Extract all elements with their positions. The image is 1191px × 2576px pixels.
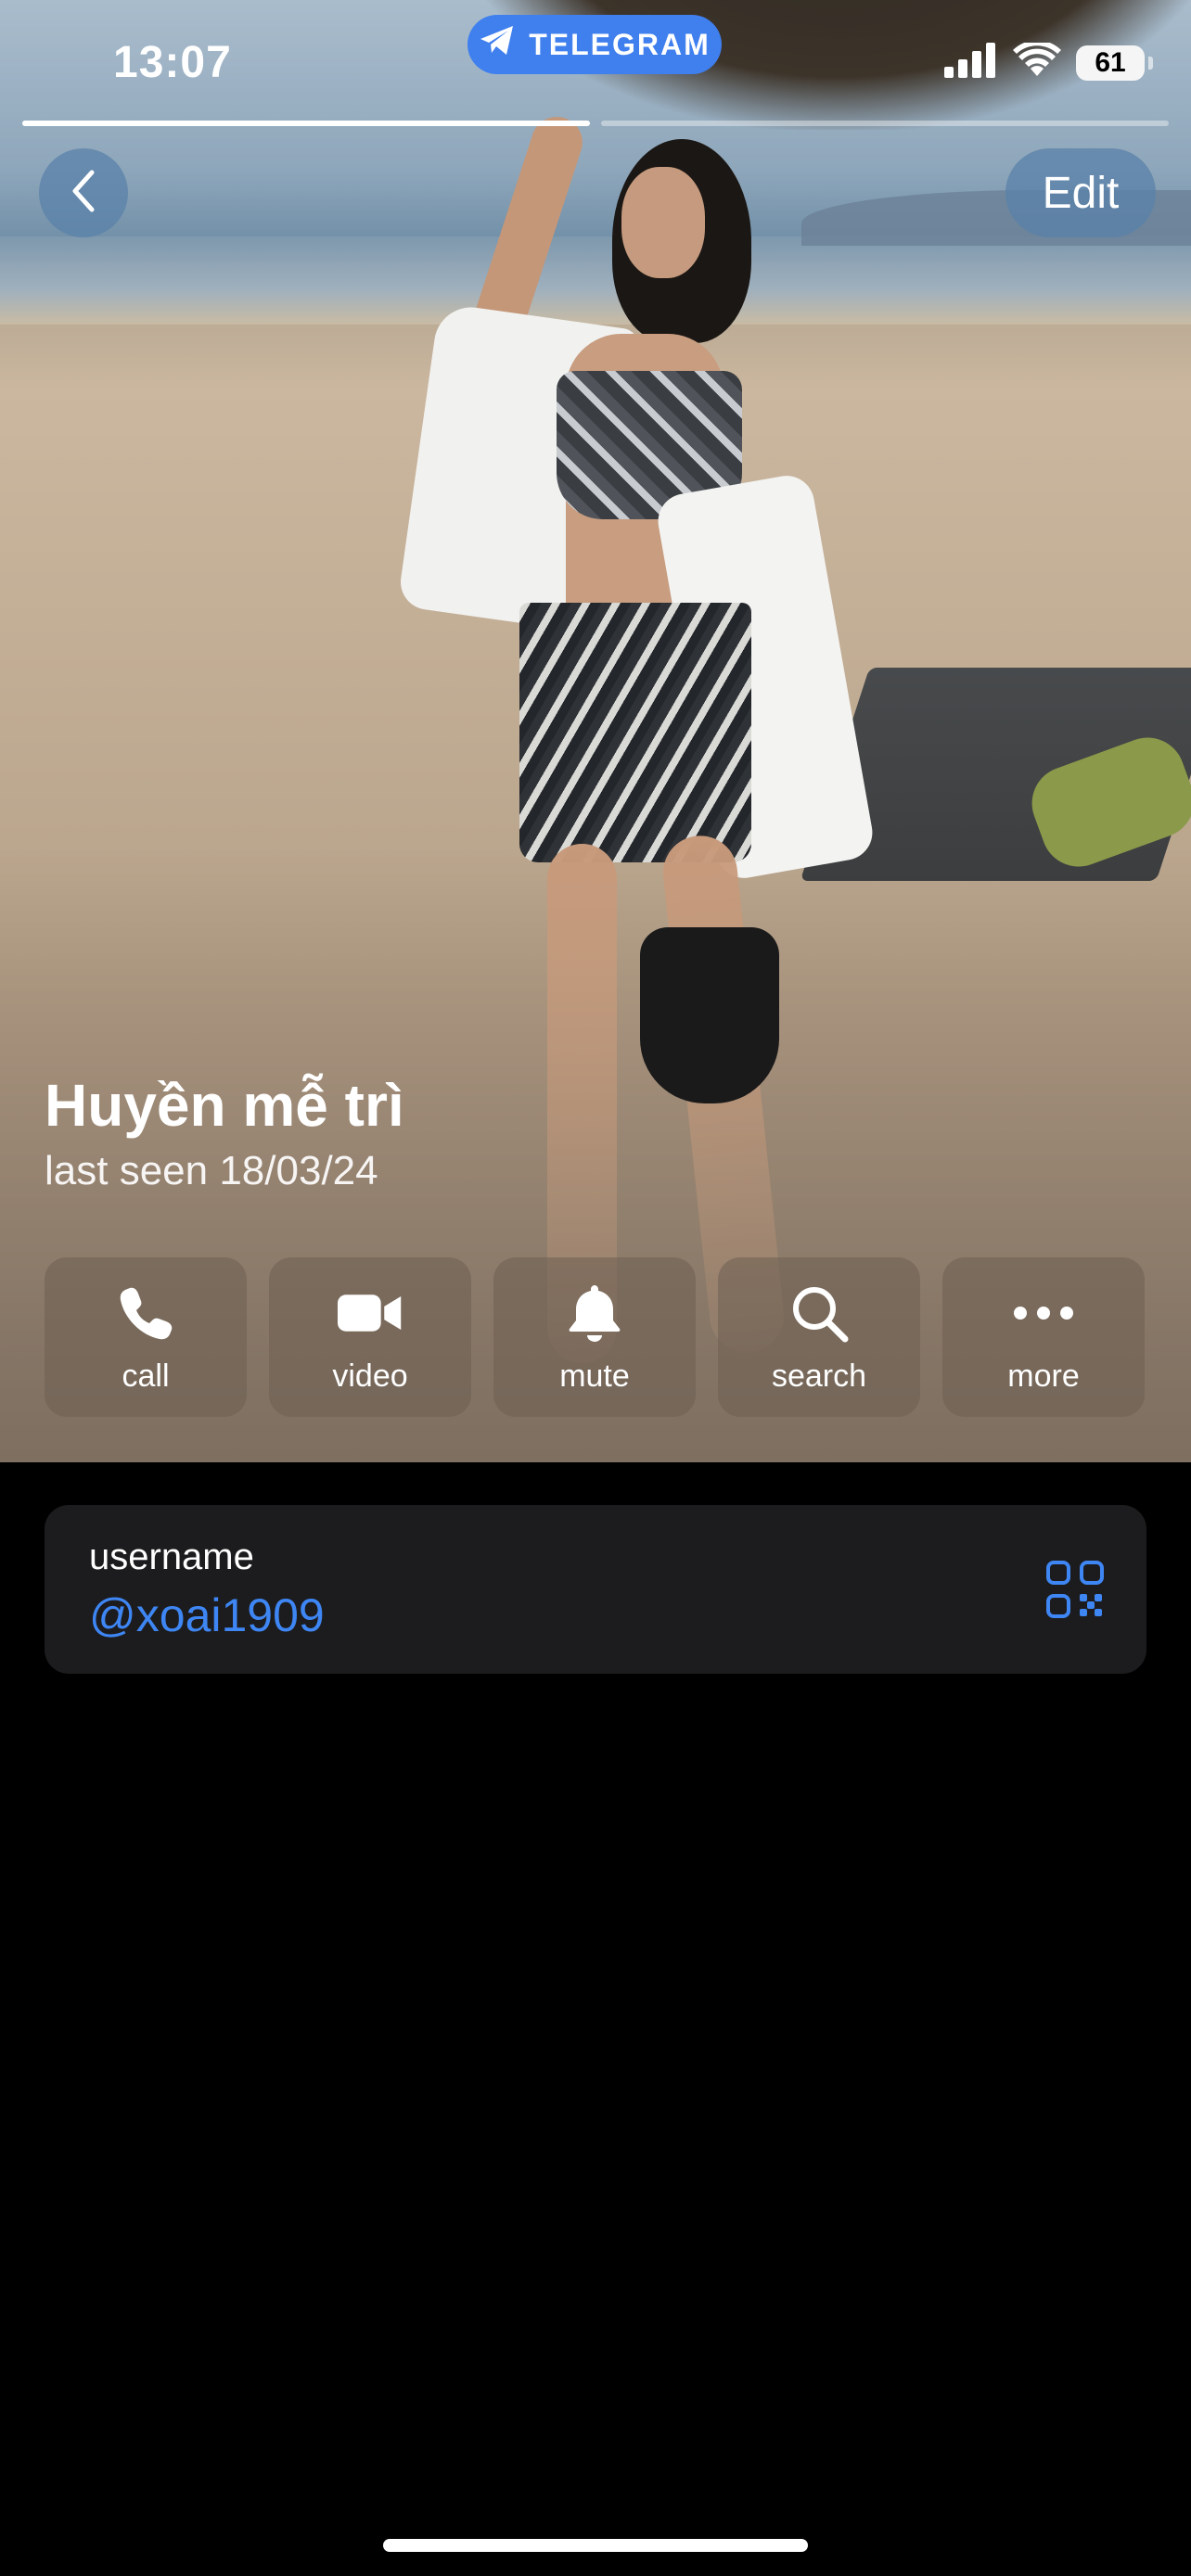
username-value[interactable]: @xoai1909 xyxy=(89,1588,325,1642)
username-card[interactable]: username @xoai1909 xyxy=(45,1505,1146,1674)
username-caption: username xyxy=(89,1537,254,1577)
search-button[interactable]: search xyxy=(718,1257,920,1417)
status-time: 13:07 xyxy=(113,38,232,87)
mute-label: mute xyxy=(559,1358,630,1394)
more-button[interactable]: more xyxy=(942,1257,1145,1417)
action-row: call video mute search more xyxy=(45,1257,1145,1417)
wifi-icon xyxy=(1013,40,1061,83)
profile-name: Huyền mễ trì xyxy=(45,1072,404,1139)
telegram-pill[interactable]: TELEGRAM xyxy=(467,15,722,74)
video-label: video xyxy=(332,1358,408,1394)
video-camera-icon xyxy=(338,1281,403,1345)
phone-icon xyxy=(113,1281,178,1345)
home-indicator[interactable] xyxy=(383,2539,808,2552)
more-label: more xyxy=(1007,1358,1080,1394)
ellipsis-icon xyxy=(1011,1281,1076,1345)
battery-level: 61 xyxy=(1095,46,1126,78)
profile-photo[interactable] xyxy=(0,0,1191,1462)
telegram-pill-label: TELEGRAM xyxy=(529,27,711,61)
battery-indicator: 61 xyxy=(1076,45,1153,81)
magnifier-icon xyxy=(787,1281,852,1345)
bell-icon xyxy=(562,1281,627,1345)
chevron-left-icon xyxy=(70,169,97,218)
progress-segment xyxy=(601,121,1169,126)
edit-button[interactable]: Edit xyxy=(1005,148,1156,237)
person-figure xyxy=(397,109,877,1428)
back-button[interactable] xyxy=(39,148,128,237)
photo-progress xyxy=(22,121,1169,126)
search-label: search xyxy=(771,1358,867,1394)
cellular-signal-icon xyxy=(944,43,998,83)
call-label: call xyxy=(122,1358,170,1394)
status-icons: 61 xyxy=(944,40,1153,83)
mute-button[interactable]: mute xyxy=(493,1257,696,1417)
call-button[interactable]: call xyxy=(45,1257,247,1417)
last-seen-status: last seen 18/03/24 xyxy=(45,1148,378,1193)
telegram-plane-icon xyxy=(479,24,516,65)
qr-code-icon[interactable] xyxy=(1046,1561,1104,1618)
progress-segment xyxy=(22,121,590,126)
video-button[interactable]: video xyxy=(269,1257,471,1417)
